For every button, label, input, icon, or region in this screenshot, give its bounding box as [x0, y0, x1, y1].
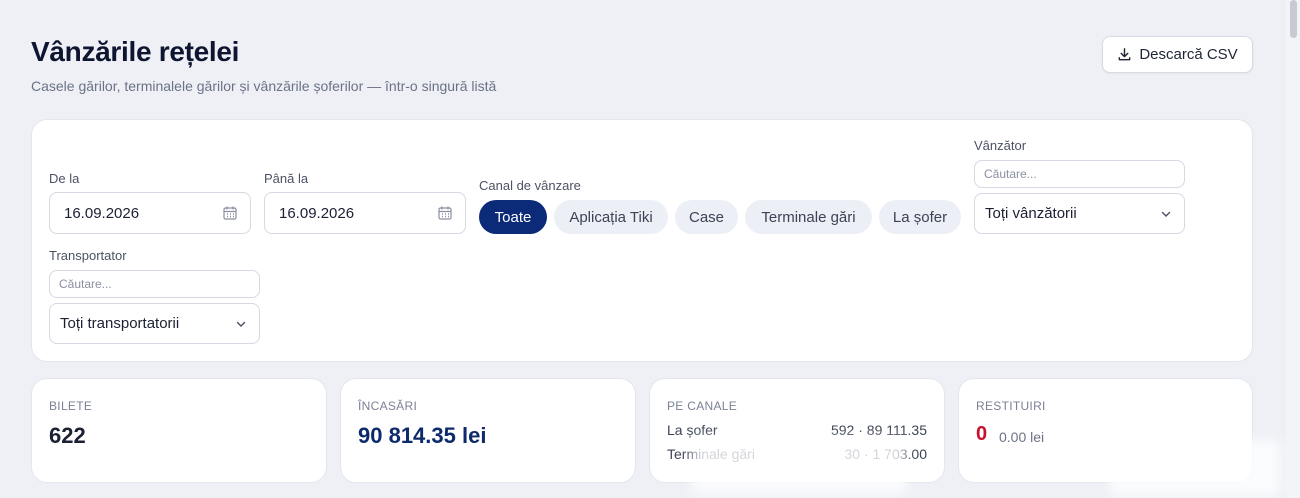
revenue-stat-card: ÎNCASĂRI 90 814.35 lei: [340, 378, 636, 483]
calendar-icon[interactable]: [437, 205, 453, 221]
refunds-sum: 0.00 lei: [999, 429, 1045, 445]
carrier-select[interactable]: Toți transportatorii: [49, 303, 260, 344]
tickets-stat-label: BILETE: [49, 399, 93, 413]
channel-chip-tiki-app[interactable]: Aplicația Tiki: [554, 200, 668, 234]
date-to-value: 16.09.2026: [279, 204, 355, 222]
channels-stat-label: PE CANALE: [667, 399, 738, 413]
page-title: Vânzările rețelei: [31, 36, 240, 67]
tickets-stat-card: BILETE 622: [31, 378, 327, 483]
tickets-stat-value: 622: [49, 423, 86, 448]
download-csv-button[interactable]: Descarcă CSV: [1102, 36, 1253, 73]
blur-overlay: [1110, 440, 1280, 496]
page-scrollbar[interactable]: [1286, 0, 1300, 498]
chevron-down-icon: [1161, 211, 1171, 217]
carrier-label: Transportator: [49, 248, 127, 263]
revenue-stat-label: ÎNCASĂRI: [358, 399, 418, 413]
carrier-search-input[interactable]: [49, 270, 260, 298]
seller-select-value: Toți vânzătorii: [985, 205, 1077, 222]
blur-overlay: [692, 438, 906, 494]
seller-label: Vânzător: [974, 138, 1027, 153]
channel-label: Canal de vânzare: [479, 178, 581, 193]
calendar-icon[interactable]: [222, 205, 238, 221]
channel-chip-station-terminals[interactable]: Terminale gări: [745, 200, 872, 234]
revenue-stat-value: 90 814.35 lei: [358, 423, 487, 448]
date-to-label: Până la: [264, 171, 309, 186]
chevron-down-icon: [236, 321, 246, 327]
download-csv-label: Descarcă CSV: [1139, 46, 1238, 63]
channel-row-name: La șofer: [667, 422, 718, 438]
carrier-select-value: Toți transportatorii: [60, 315, 180, 332]
channel-row-value: 592 · 89 111.35: [830, 422, 927, 438]
seller-search-input[interactable]: [974, 160, 1185, 188]
date-from-input[interactable]: 16.09.2026: [49, 192, 251, 234]
date-from-label: De la: [49, 171, 80, 186]
seller-select[interactable]: Toți vânzătorii: [974, 193, 1185, 234]
channel-chip-cash-desks[interactable]: Case: [675, 200, 738, 234]
channel-chip-all[interactable]: Toate: [479, 200, 547, 234]
channel-chip-driver[interactable]: La șofer: [879, 200, 961, 234]
date-from-value: 16.09.2026: [64, 204, 140, 222]
refunds-count: 0: [976, 423, 988, 445]
date-to-input[interactable]: 16.09.2026: [264, 192, 466, 234]
download-icon: [1118, 48, 1131, 61]
refunds-stat-label: RESTITUIRI: [976, 399, 1046, 413]
scrollbar-thumb[interactable]: [1290, 0, 1297, 38]
page-subtitle: Casele gărilor, terminalele gărilor și v…: [31, 78, 497, 94]
filters-panel: De la 16.09.2026 Până la 16.09.2026 Cana…: [31, 119, 1253, 362]
channel-row: La șofer 592 · 89 111.35: [667, 422, 927, 438]
